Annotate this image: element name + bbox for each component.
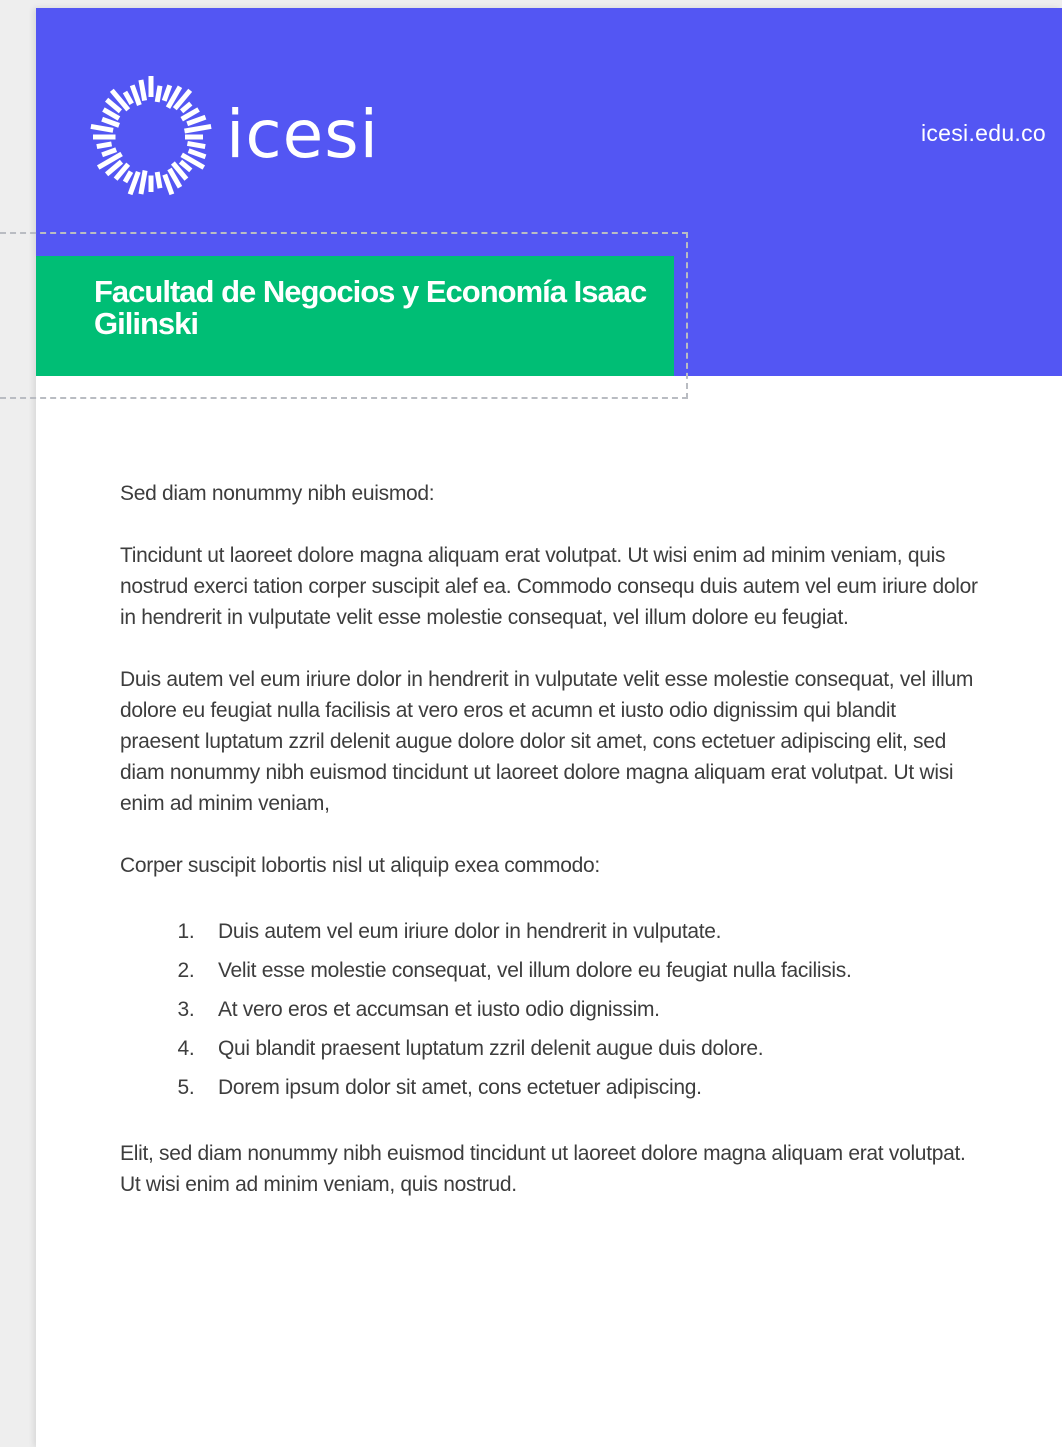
- list-item: Dorem ipsum dolor sit amet, cons ectetue…: [200, 1068, 980, 1107]
- sunburst-ray: [187, 148, 207, 160]
- sunburst-ray: [162, 173, 175, 196]
- sunburst-ray: [186, 114, 207, 127]
- closing-paragraph: Elit, sed diam nonummy nibh euismod tinc…: [120, 1142, 966, 1196]
- sunburst-ray: [96, 141, 113, 150]
- sunburst-ray: [122, 90, 134, 105]
- numbered-list: Duis autem vel eum iriure dolor in hendr…: [120, 912, 980, 1107]
- sunburst-ray: [186, 140, 206, 150]
- sunburst-ray: [154, 171, 163, 189]
- sunburst-ray: [179, 101, 193, 114]
- letterhead-page: icesi icesi.edu.co Facultad de Negocios …: [0, 8, 1062, 1447]
- sunburst-ray: [122, 170, 134, 184]
- sunburst-logo-icon: [90, 76, 212, 196]
- sunburst-ray: [101, 116, 120, 128]
- letter-body: Sed diam nonummy nibh euismod: Tincidunt…: [120, 478, 980, 1231]
- icesi-logo: icesi: [86, 72, 379, 202]
- logo-wordmark: icesi: [226, 95, 379, 173]
- sunburst-ray: [178, 159, 193, 173]
- paragraph-2: Duis autem vel eum iriure dolor in hendr…: [120, 668, 974, 815]
- sunburst-ray: [138, 79, 148, 102]
- list-item: Velit esse molestie consequat, vel illum…: [200, 951, 980, 990]
- list-item: Duis autem vel eum iriure dolor in hendr…: [200, 912, 980, 951]
- list-item: At vero eros et accumsan et iusto odio d…: [200, 990, 980, 1029]
- sunburst-ray: [161, 84, 173, 102]
- website-url: icesi.edu.co: [920, 120, 1046, 146]
- paragraph-1: Tincidunt ut laoreet dolore magna aliqua…: [120, 544, 978, 629]
- faculty-name: Facultad de Negocios y Economía Isaac Gi…: [94, 274, 647, 341]
- list-intro: Corper suscipit lobortis nisl ut aliquip…: [120, 854, 600, 877]
- sunburst-ray: [138, 170, 148, 195]
- sunburst-ray: [101, 147, 118, 158]
- sunburst-ray: [154, 85, 163, 103]
- list-item: Qui blandit praesent luptatum zzril dele…: [200, 1029, 980, 1068]
- sunburst-ray: [90, 123, 114, 133]
- intro-line: Sed diam nonummy nibh euismod:: [120, 482, 435, 505]
- sunburst-ray: [184, 123, 212, 134]
